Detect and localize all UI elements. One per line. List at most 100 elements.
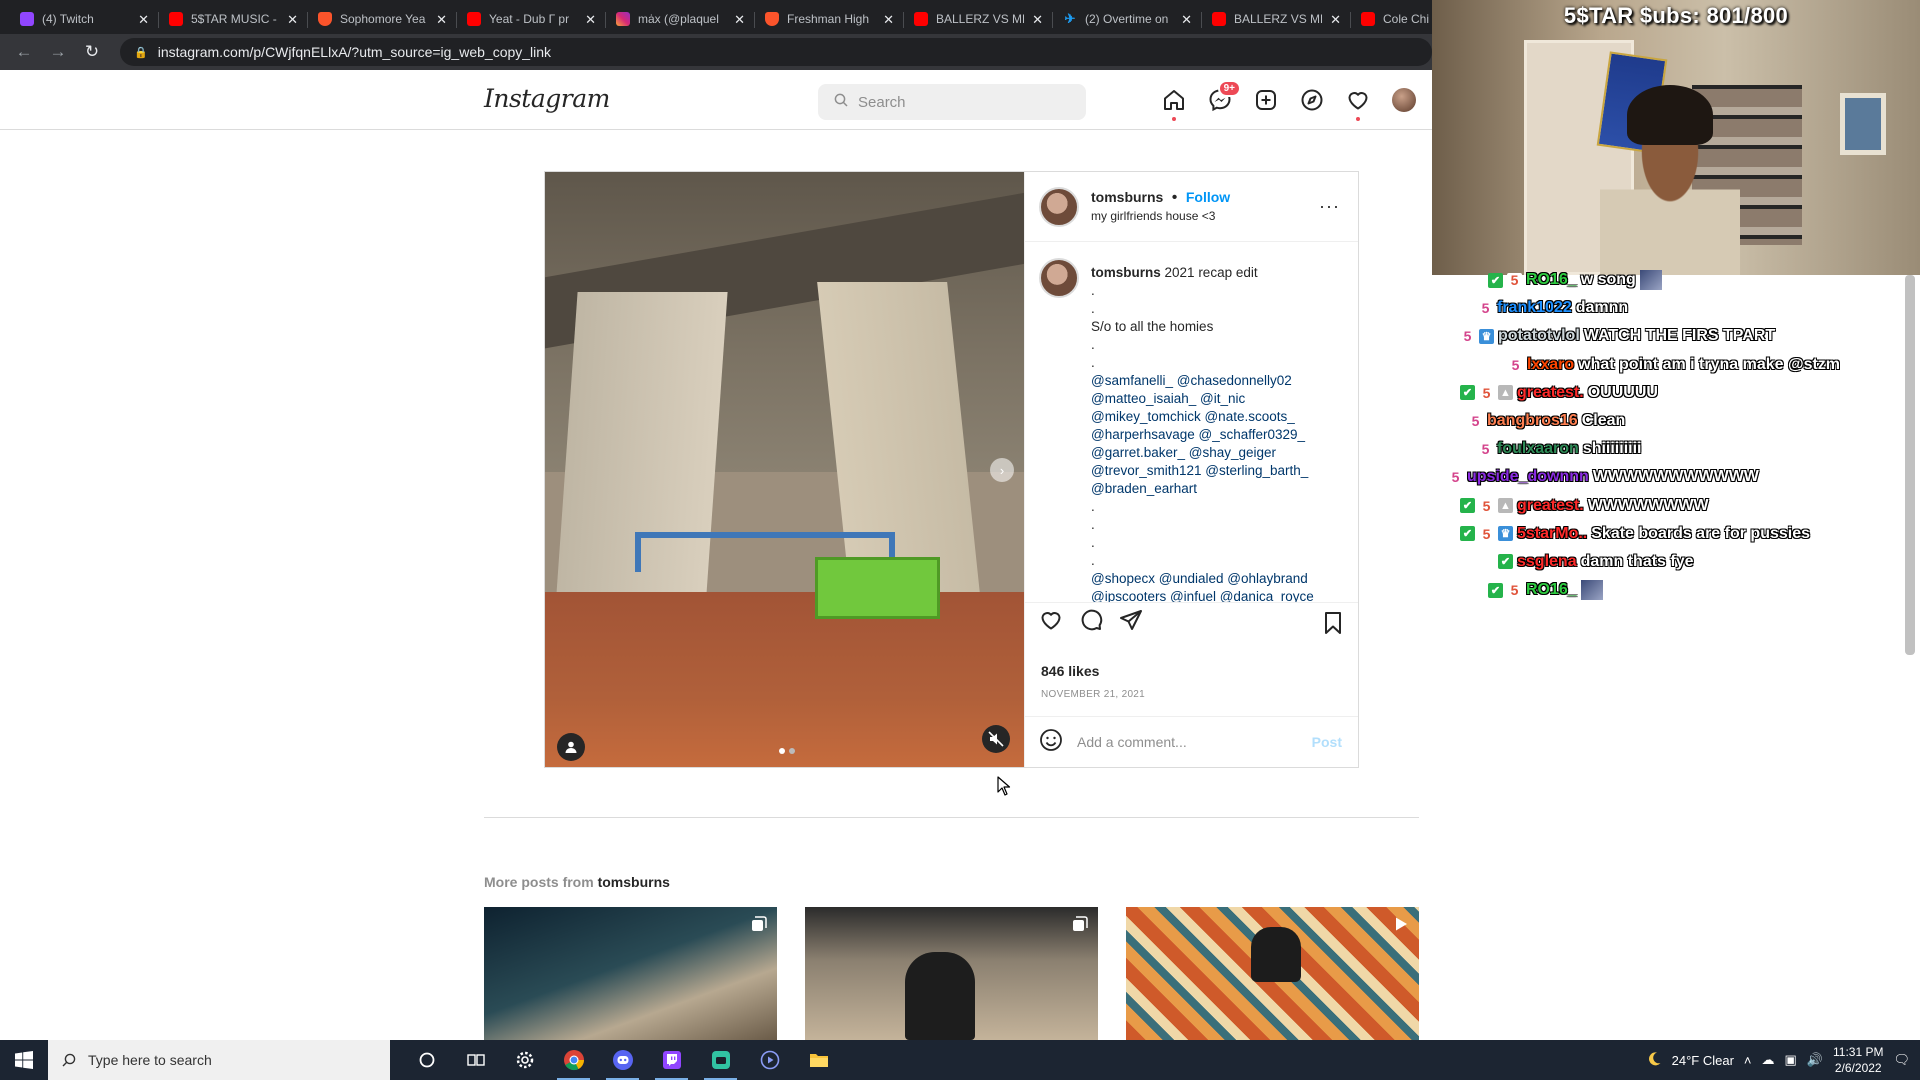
chat-text: Skate boards are for pussies: [1591, 524, 1811, 542]
chat-text: OUUUUU: [1587, 383, 1658, 401]
tab-close-icon[interactable]: ✕: [1330, 13, 1341, 26]
page-scrollbar[interactable]: [1905, 275, 1915, 655]
comment-icon[interactable]: [1079, 608, 1103, 637]
tray-chevron-up-icon[interactable]: ˄: [1744, 1053, 1752, 1068]
carousel-dot: [779, 748, 785, 754]
post-comment-button[interactable]: Post: [1312, 734, 1358, 750]
tab-close-icon[interactable]: ✕: [1032, 13, 1043, 26]
sub-goal-text: 5$TAR $ubs: 801/800: [1563, 3, 1789, 28]
tab-close-icon[interactable]: ✕: [138, 13, 149, 26]
video-play-icon: [1396, 917, 1407, 931]
tab-title: Sophomore Yea: [340, 12, 426, 26]
browser-tab[interactable]: 5$TAR MUSIC - ✕: [159, 4, 308, 34]
caption-username[interactable]: tomsburns: [1091, 265, 1161, 280]
address-bar[interactable]: 🔒 instagram.com/p/CWjfqnELlxA/?utm_sourc…: [120, 38, 1432, 66]
share-icon[interactable]: [1119, 608, 1143, 637]
file-explorer-icon[interactable]: [794, 1040, 843, 1080]
discord-icon[interactable]: [598, 1040, 647, 1080]
tab-close-icon[interactable]: ✕: [734, 13, 745, 26]
cortana-icon[interactable]: [402, 1040, 451, 1080]
caption-line[interactable]: @ipscooters @infuel @danica_royce: [1091, 588, 1314, 602]
like-heart-icon[interactable]: [1039, 608, 1063, 637]
streamlabs-icon[interactable]: [696, 1040, 745, 1080]
browser-tab[interactable]: mȧx (@plaquel ✕: [606, 4, 755, 34]
forward-button[interactable]: →: [44, 38, 72, 66]
tab-close-icon[interactable]: ✕: [585, 13, 596, 26]
browser-tab[interactable]: Yeat - Dub Г pr ✕: [457, 4, 606, 34]
media-player-icon[interactable]: [745, 1040, 794, 1080]
caption-line[interactable]: @trevor_smith121 @sterling_barth_: [1091, 462, 1314, 480]
chat-message: 5 ♛ potatotvlol WATCH THE FIRS TPART: [1440, 322, 1900, 350]
comment-input[interactable]: Add a comment...: [1077, 734, 1298, 750]
chat-overlay: ✔ 5 RO16_ w song 5 frank1022 damnn 5 ♛ potatotvlo…: [1440, 266, 1900, 604]
caption-line[interactable]: @harperhsavage @_schaffer0329_: [1091, 426, 1314, 444]
weather-text[interactable]: 24°F Clear: [1672, 1053, 1734, 1068]
carousel-next-button[interactable]: ›: [990, 458, 1014, 482]
mute-icon[interactable]: [982, 725, 1010, 753]
reload-button[interactable]: ↻: [78, 38, 106, 66]
weather-moon-icon[interactable]: [1646, 1051, 1662, 1070]
browser-tab[interactable]: BALLERZ VS ME ✕: [904, 4, 1053, 34]
browser-tab[interactable]: (4) Twitch ✕: [10, 4, 159, 34]
sub-badge-icon: 5: [1460, 328, 1475, 344]
author-avatar[interactable]: [1039, 186, 1079, 227]
verified-badge-icon: ✔: [1460, 498, 1475, 514]
tagged-users-icon[interactable]: [557, 733, 585, 761]
explore-icon[interactable]: [1300, 88, 1324, 112]
notifications-icon[interactable]: 🗨: [1893, 1052, 1910, 1068]
browser-tab[interactable]: BALLERZ VS ME ✕: [1202, 4, 1351, 34]
home-icon[interactable]: [1162, 88, 1186, 121]
profile-avatar[interactable]: [1392, 88, 1416, 112]
search-icon: [62, 1053, 76, 1067]
caption-line[interactable]: @braden_earhart: [1091, 480, 1314, 498]
likes-count[interactable]: 846 likes: [1041, 663, 1099, 679]
more-post-thumbnail[interactable]: [484, 907, 777, 1040]
system-tray: 24°F Clear ˄ ☁ ▣ 🔊 11:31 PM 2/6/2022 🗨: [1646, 1040, 1920, 1080]
caption-line[interactable]: @mikey_tomchick @nate.scoots_: [1091, 408, 1314, 426]
tab-close-icon[interactable]: ✕: [436, 13, 447, 26]
caption-line[interactable]: @shopecx @undialed @ohlaybrand: [1091, 570, 1314, 588]
clock-date: 2/6/2022: [1834, 1061, 1882, 1075]
messenger-icon[interactable]: 9+: [1208, 80, 1241, 112]
back-button[interactable]: ←: [10, 38, 38, 66]
onedrive-cloud-icon[interactable]: ☁: [1762, 1052, 1775, 1068]
emoji-icon[interactable]: [1039, 728, 1063, 757]
new-post-icon[interactable]: [1254, 88, 1278, 112]
taskbar-clock[interactable]: 11:31 PM 2/6/2022: [1833, 1044, 1883, 1076]
more-options-icon[interactable]: ···: [1319, 196, 1340, 217]
search-icon: [834, 93, 848, 111]
settings-gear-icon[interactable]: [500, 1040, 549, 1080]
post-video[interactable]: ›: [545, 172, 1024, 767]
chat-text: damnn: [1575, 299, 1629, 317]
more-post-thumbnail[interactable]: [805, 907, 1098, 1040]
task-view-icon[interactable]: [451, 1040, 500, 1080]
post-location[interactable]: my girlfriends house <3: [1091, 209, 1230, 225]
tab-close-icon[interactable]: ✕: [287, 13, 298, 26]
taskbar-search-input[interactable]: Type here to search: [48, 1040, 390, 1080]
author-username[interactable]: tomsburns: [1091, 189, 1163, 205]
follow-button[interactable]: Follow: [1186, 189, 1230, 205]
network-icon[interactable]: ▣: [1785, 1052, 1797, 1068]
search-input[interactable]: Search: [818, 84, 1086, 120]
activity-heart-icon[interactable]: [1346, 88, 1370, 121]
save-bookmark-icon[interactable]: [1322, 611, 1344, 640]
chrome-icon[interactable]: [549, 1040, 598, 1080]
more-posts-username[interactable]: tomsburns: [598, 874, 670, 890]
browser-tab[interactable]: ✈ (2) Overtime on ✕: [1053, 4, 1202, 34]
more-post-thumbnail[interactable]: [1126, 907, 1419, 1040]
instagram-logo[interactable]: Instagram: [484, 84, 610, 113]
browser-tab[interactable]: Cole Chi✕: [1351, 4, 1432, 34]
tab-close-icon[interactable]: ✕: [883, 13, 894, 26]
windows-start-icon[interactable]: [0, 1040, 48, 1080]
twitch-icon[interactable]: [647, 1040, 696, 1080]
video-frame-floor: [545, 592, 1024, 767]
caption-line[interactable]: @matteo_isaiah_ @it_nic: [1091, 390, 1314, 408]
caption-line[interactable]: @garret.baker_ @shay_geiger: [1091, 444, 1314, 462]
caption-line[interactable]: @samfanelli_ @chasedonnelly02: [1091, 372, 1314, 390]
browser-tab[interactable]: Freshman High ✕: [755, 4, 904, 34]
volume-icon[interactable]: 🔊: [1807, 1052, 1823, 1068]
caption-author-avatar[interactable]: [1039, 258, 1079, 298]
tab-close-icon[interactable]: ✕: [1181, 13, 1192, 26]
browser-tab[interactable]: Sophomore Yea ✕: [308, 4, 457, 34]
tab-title: mȧx (@plaquel: [638, 12, 719, 26]
